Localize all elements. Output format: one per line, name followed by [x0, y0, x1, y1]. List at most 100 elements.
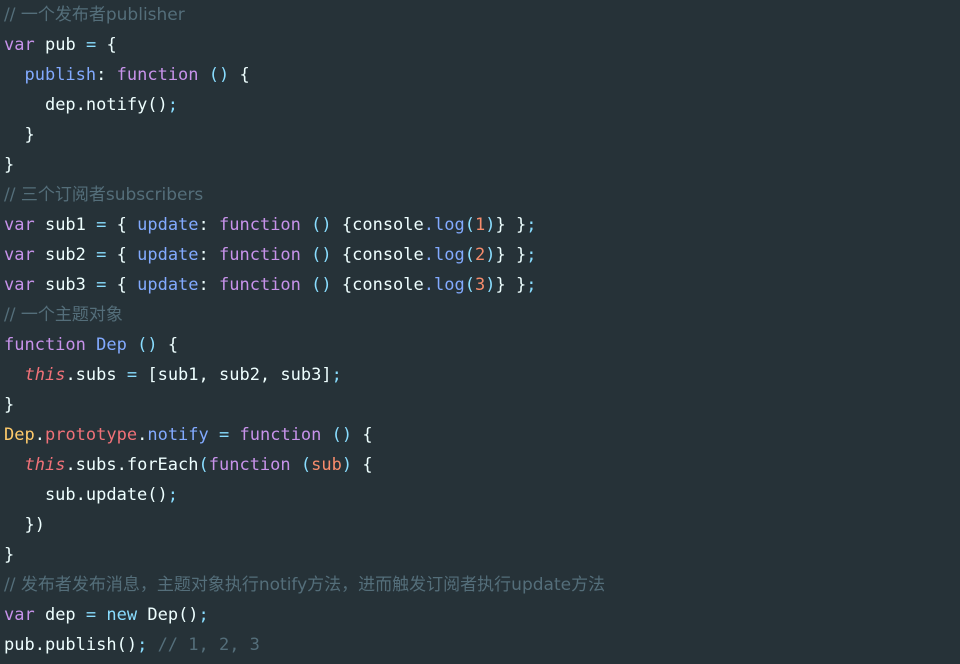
code-token: update [137, 245, 199, 265]
code-line[interactable]: Dep.prototype.notify = function () { [0, 420, 960, 450]
code-line[interactable]: } [0, 390, 960, 420]
code-line[interactable]: var pub = { [0, 30, 960, 60]
code-line[interactable]: var sub3 = { update: function () {consol… [0, 270, 960, 300]
code-token: () [137, 335, 158, 355]
code-token: = [96, 215, 107, 235]
code-token: = [126, 365, 138, 385]
code-token: : [198, 275, 220, 295]
code-line[interactable]: var dep = new Dep(); [0, 600, 960, 630]
code-token: = [96, 245, 107, 265]
code-token: ; [526, 245, 537, 265]
code-line[interactable]: var sub1 = { update: function () {consol… [0, 210, 960, 240]
code-token: pub [44, 35, 76, 55]
code-token: // 一个发布者publisher [4, 5, 185, 25]
code-token: = [96, 275, 107, 295]
code-token: = [219, 425, 230, 445]
code-line[interactable]: dep.notify(); [0, 90, 960, 120]
code-line[interactable]: }) [0, 510, 960, 540]
code-line[interactable]: } [0, 150, 960, 180]
code-token: dep.notify() [44, 95, 168, 115]
code-line[interactable]: function Dep () { [0, 330, 960, 360]
code-token: .subs.forEach [65, 455, 199, 475]
code-token: 2 [474, 245, 486, 265]
code-token: // 发布者发布消息，主题对象执行notify方法，进而触发订阅者执行updat… [4, 575, 606, 595]
code-token: ) [485, 215, 496, 235]
code-token: : [198, 245, 220, 265]
code-token: . [34, 425, 45, 445]
code-line[interactable]: } [0, 540, 960, 570]
code-token: update [137, 275, 199, 295]
code-token: function [4, 335, 86, 355]
code-token: ( [300, 455, 312, 475]
code-token: {console [331, 275, 424, 295]
code-token: sub [311, 455, 342, 475]
code-token: { [352, 425, 373, 445]
code-token: var [4, 35, 35, 55]
code-token: sub.update() [4, 485, 168, 505]
code-token: ; [198, 605, 209, 625]
code-token: () [331, 425, 353, 445]
code-token: function [219, 215, 301, 235]
code-token: = [85, 35, 97, 55]
code-token: function [208, 455, 291, 475]
code-token: {console [331, 215, 424, 235]
code-token: {console [331, 245, 424, 265]
code-token: { [157, 335, 179, 355]
code-token: { [106, 35, 117, 55]
code-line[interactable]: var sub2 = { update: function () {consol… [0, 240, 960, 270]
code-line[interactable]: this.subs.forEach(function (sub) { [0, 450, 960, 480]
code-token: ( [198, 455, 209, 475]
code-editor[interactable]: // 一个发布者publisher var pub = { publish: fu… [0, 0, 960, 664]
code-token: }) [24, 515, 45, 535]
code-token: () [208, 65, 230, 85]
code-token: // 1, 2, 3 [157, 635, 260, 655]
code-token: } [4, 545, 15, 565]
code-line[interactable]: // 三个订阅者subscribers [0, 180, 960, 210]
code-token: } } [495, 245, 527, 265]
code-token: ) [485, 275, 496, 295]
code-token: { [106, 245, 138, 265]
code-token: sub1 [34, 215, 97, 235]
code-token: = [85, 605, 97, 625]
code-line[interactable]: sub.update(); [0, 480, 960, 510]
code-token: .subs [65, 365, 127, 385]
code-token: var [4, 215, 35, 235]
code-token: dep [34, 605, 86, 625]
code-token: notify [147, 425, 209, 445]
code-token: { [106, 275, 138, 295]
code-token: sub3 [34, 275, 97, 295]
code-line[interactable]: // 发布者发布消息，主题对象执行notify方法，进而触发订阅者执行updat… [0, 570, 960, 600]
code-token: ( [464, 245, 475, 265]
code-token: ) [341, 455, 353, 475]
code-line[interactable]: publish: function () { [0, 60, 960, 90]
code-token: : [96, 65, 107, 85]
code-token: ; [526, 275, 537, 295]
code-content[interactable]: // 一个发布者publisher var pub = { publish: fu… [0, 0, 960, 660]
code-token: new [106, 605, 138, 625]
code-token: function [239, 425, 322, 445]
code-token: ; [331, 365, 342, 385]
code-token: .log [423, 215, 465, 235]
code-token: () [311, 275, 332, 295]
code-line[interactable]: pub.publish(); // 1, 2, 3 [0, 630, 960, 660]
code-token: function [219, 275, 301, 295]
code-line[interactable]: } [0, 120, 960, 150]
code-line[interactable]: this.subs = [sub1, sub2, sub3]; [0, 360, 960, 390]
code-line[interactable]: // 一个主题对象 [0, 300, 960, 330]
code-line[interactable]: // 一个发布者publisher [0, 0, 960, 30]
code-token: ; [167, 95, 179, 115]
code-token: ; [137, 635, 148, 655]
